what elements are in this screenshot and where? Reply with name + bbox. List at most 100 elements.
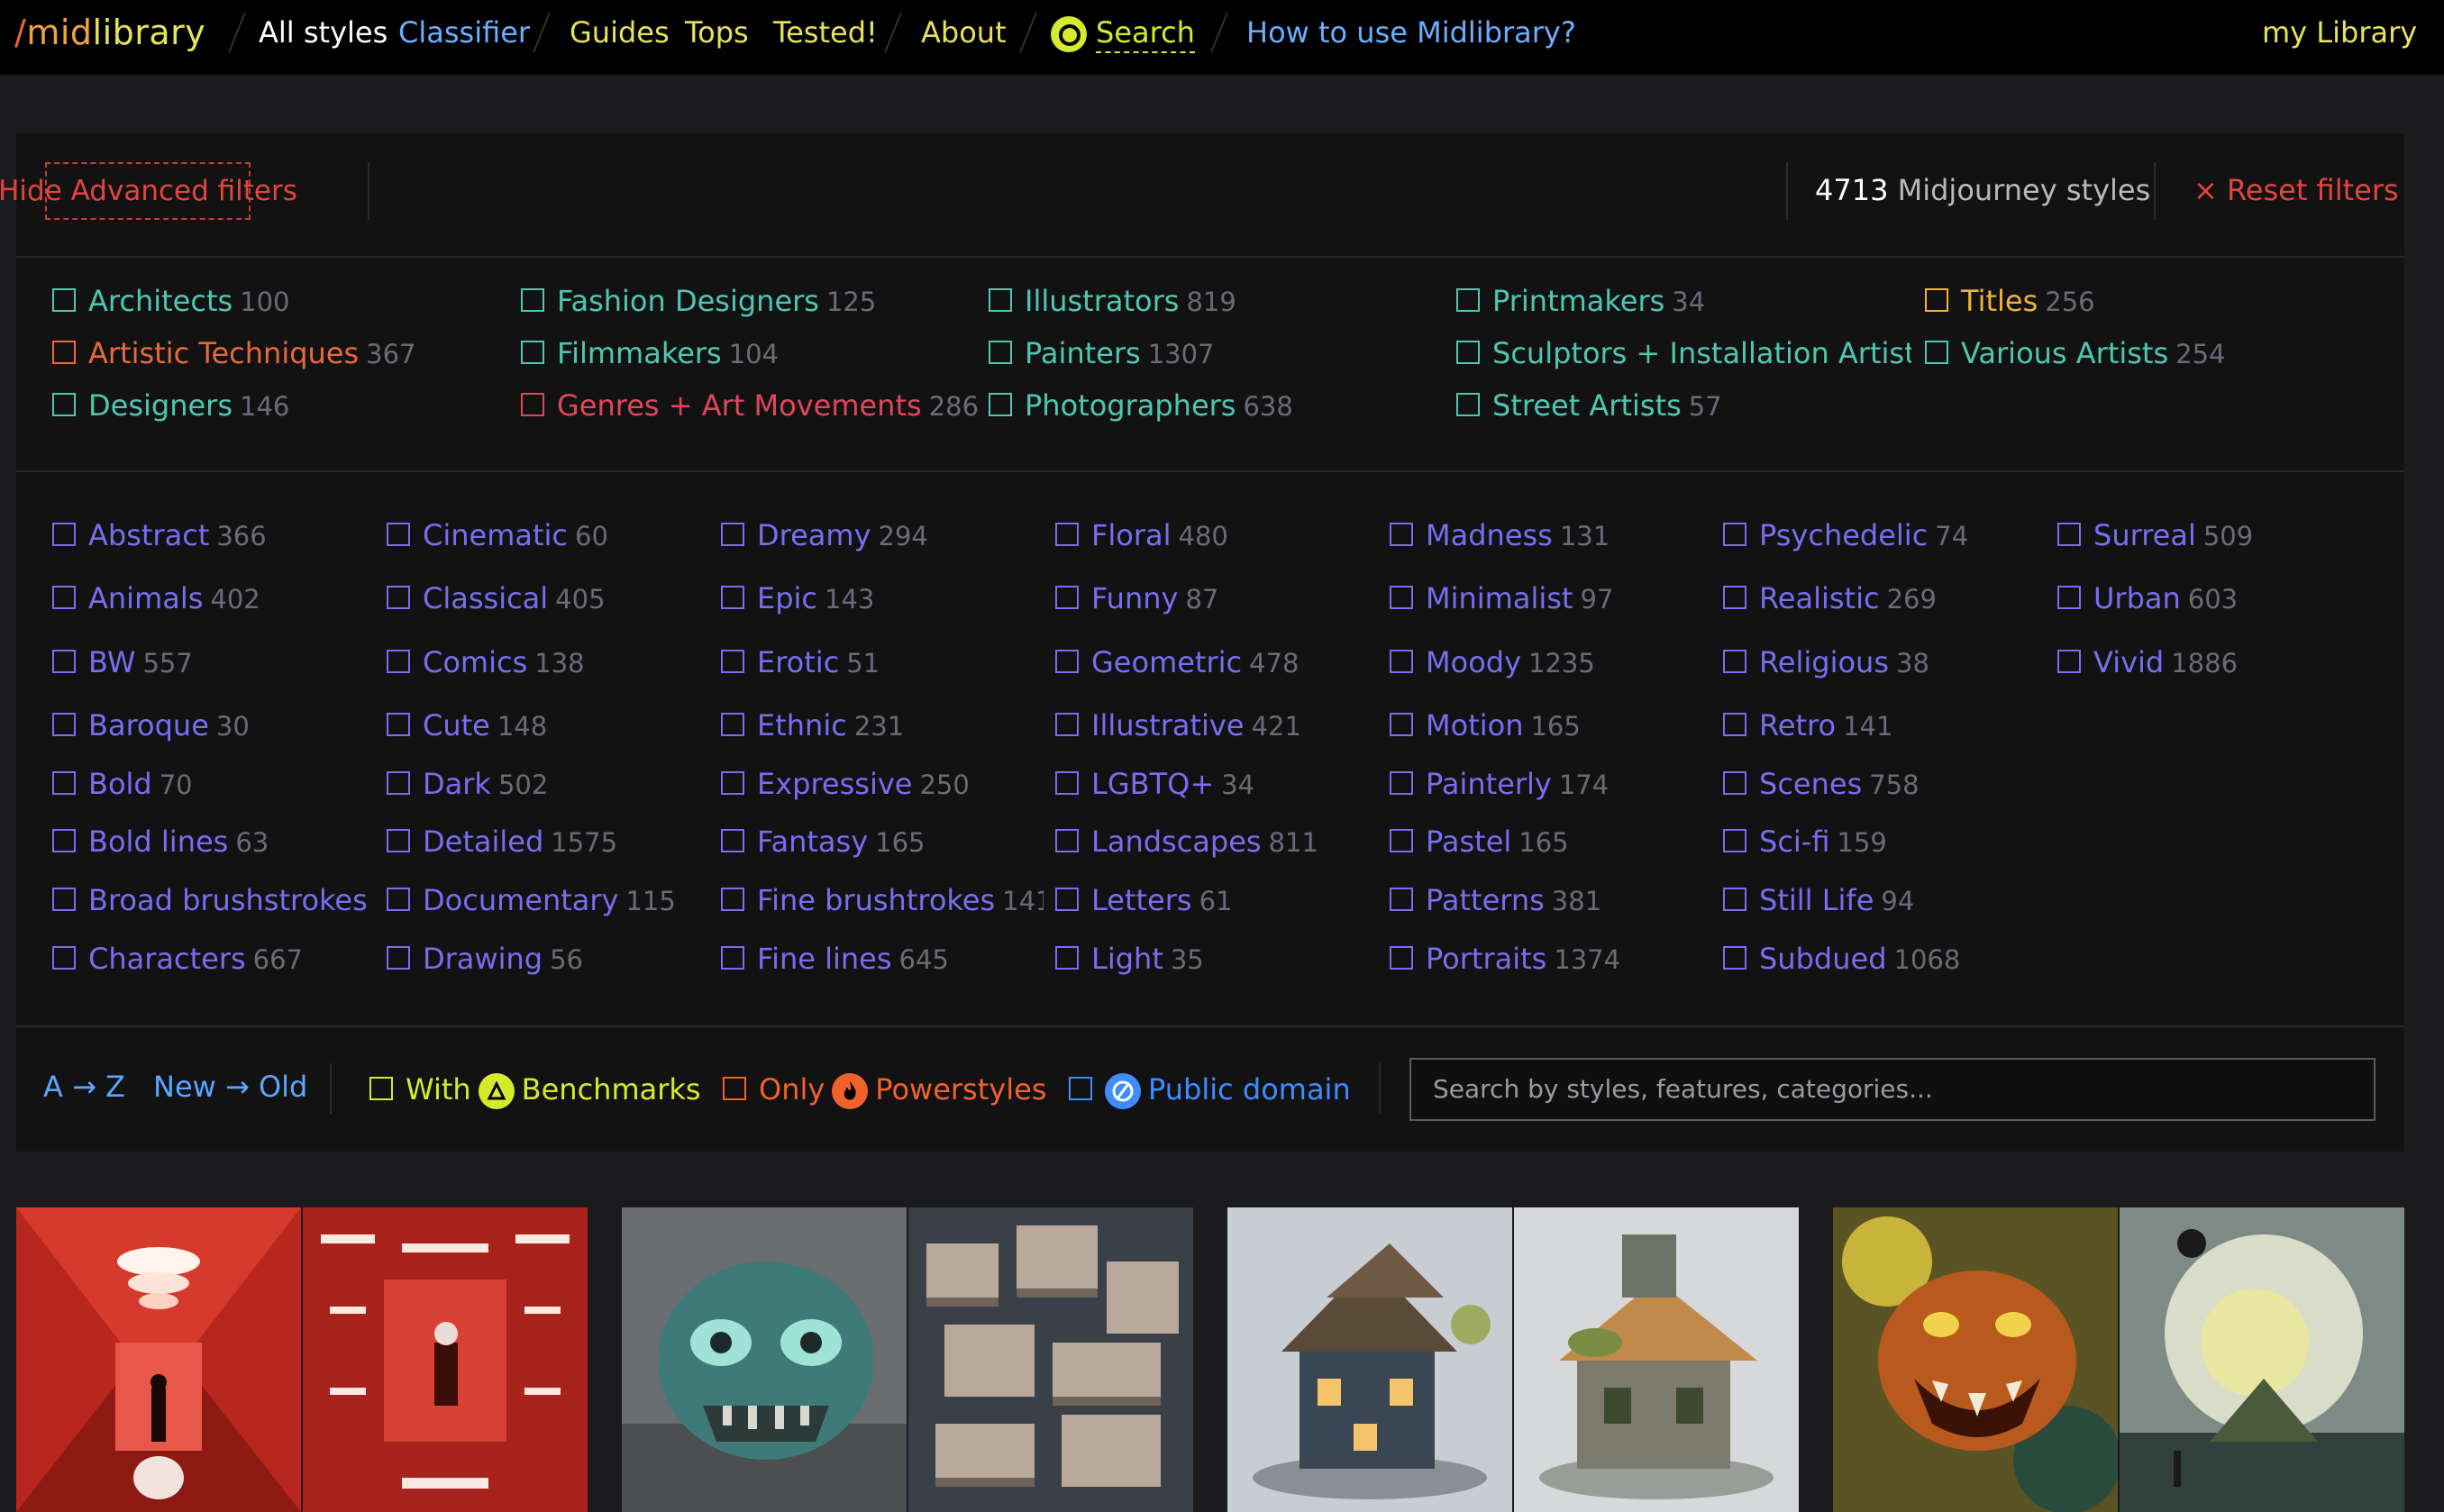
feature-filter[interactable]: Moody 1235: [1390, 642, 1712, 682]
category-checkbox[interactable]: [52, 288, 76, 312]
hide-advanced-filters-button[interactable]: Hide Advanced filters: [0, 162, 297, 220]
feature-checkbox[interactable]: [2057, 523, 2081, 546]
category-filter[interactable]: Filmmakers 104: [521, 333, 779, 373]
category-filter[interactable]: Sculptors + Installation Artists2´: [1456, 333, 1911, 373]
category-filter[interactable]: Printmakers 34: [1456, 281, 1911, 321]
category-checkbox[interactable]: [52, 341, 76, 364]
feature-filter[interactable]: Cinematic 60: [387, 515, 709, 555]
feature-checkbox[interactable]: [721, 946, 744, 970]
feature-filter[interactable]: Bold 70: [52, 764, 375, 804]
feature-filter[interactable]: Detailed 1575: [387, 822, 709, 861]
category-filter[interactable]: Fashion Designers 125: [521, 281, 876, 321]
style-card[interactable]: [1833, 1207, 2404, 1512]
feature-filter[interactable]: Animals 402: [52, 578, 375, 618]
feature-checkbox[interactable]: [1390, 829, 1413, 852]
feature-checkbox[interactable]: [721, 888, 744, 911]
feature-filter[interactable]: Floral 480: [1055, 515, 1378, 555]
category-checkbox[interactable]: [1456, 288, 1480, 312]
feature-filter[interactable]: Fine lines 645: [721, 939, 1044, 979]
feature-checkbox[interactable]: [387, 713, 410, 736]
category-filter[interactable]: Artistic Techniques 367: [52, 333, 416, 373]
feature-filter[interactable]: Light 35: [1055, 939, 1378, 979]
feature-checkbox[interactable]: [387, 771, 410, 795]
feature-checkbox[interactable]: [1723, 829, 1746, 852]
feature-checkbox[interactable]: [1723, 523, 1746, 546]
category-checkbox[interactable]: [1456, 393, 1480, 416]
feature-filter[interactable]: Characters 667: [52, 939, 375, 979]
sort-a-z[interactable]: A → Z: [43, 1070, 125, 1104]
feature-filter[interactable]: Ethnic 231: [721, 706, 1044, 745]
category-filter[interactable]: Illustrators 819: [989, 281, 1236, 321]
feature-checkbox[interactable]: [52, 888, 76, 911]
feature-filter[interactable]: Expressive 250: [721, 764, 1044, 804]
feature-filter[interactable]: Funny 87: [1055, 578, 1378, 618]
feature-checkbox[interactable]: [1055, 586, 1079, 609]
feature-checkbox[interactable]: [1723, 586, 1746, 609]
feature-checkbox[interactable]: [1390, 771, 1413, 795]
feature-filter[interactable]: Dark 502: [387, 764, 709, 804]
feature-filter[interactable]: Illustrative 421: [1055, 706, 1378, 745]
feature-checkbox[interactable]: [1390, 523, 1413, 546]
feature-checkbox[interactable]: [721, 713, 744, 736]
nav-my-library[interactable]: my Library: [2262, 0, 2417, 75]
category-filter[interactable]: Titles 256: [1925, 281, 2095, 321]
feature-checkbox[interactable]: [1723, 650, 1746, 673]
category-filter[interactable]: Architects 100: [52, 281, 290, 321]
feature-checkbox[interactable]: [52, 829, 76, 852]
feature-filter[interactable]: Religious 38: [1723, 642, 2046, 682]
reset-filters-button[interactable]: × Reset filters: [2193, 173, 2399, 207]
feature-checkbox[interactable]: [52, 771, 76, 795]
feature-checkbox[interactable]: [1055, 713, 1079, 736]
style-search-input[interactable]: Search by styles, features, categories..…: [1409, 1058, 2376, 1121]
feature-checkbox[interactable]: [1390, 888, 1413, 911]
feature-filter[interactable]: Broad brushstrokes4: [52, 880, 375, 920]
feature-checkbox[interactable]: [721, 650, 744, 673]
feature-checkbox[interactable]: [2057, 650, 2081, 673]
feature-checkbox[interactable]: [1723, 946, 1746, 970]
feature-filter[interactable]: Abstract 366: [52, 515, 375, 555]
sort-new-old[interactable]: New → Old: [153, 1070, 307, 1104]
feature-filter[interactable]: Dreamy 294: [721, 515, 1044, 555]
style-card[interactable]: [16, 1207, 588, 1512]
feature-filter[interactable]: Patterns 381: [1390, 880, 1712, 920]
feature-filter[interactable]: BW 557: [52, 642, 375, 682]
feature-filter[interactable]: Comics 138: [387, 642, 709, 682]
feature-checkbox[interactable]: [721, 586, 744, 609]
feature-filter[interactable]: Painterly 174: [1390, 764, 1712, 804]
nav-all-styles[interactable]: All styles: [259, 0, 388, 75]
category-checkbox[interactable]: [989, 341, 1012, 364]
public-domain-filter[interactable]: Public domain: [1069, 1070, 1351, 1109]
nav-about[interactable]: About: [921, 0, 1007, 75]
category-filter[interactable]: Various Artists 254: [1925, 333, 2226, 373]
feature-checkbox[interactable]: [1723, 713, 1746, 736]
nav-classifier[interactable]: Classifier: [398, 0, 530, 75]
feature-checkbox[interactable]: [387, 829, 410, 852]
category-checkbox[interactable]: [521, 393, 544, 416]
feature-filter[interactable]: Documentary 115: [387, 880, 709, 920]
style-card[interactable]: [1227, 1207, 1799, 1512]
feature-checkbox[interactable]: [387, 888, 410, 911]
category-filter[interactable]: Street Artists 57: [1456, 386, 1911, 425]
feature-checkbox[interactable]: [1055, 829, 1079, 852]
feature-filter[interactable]: Cute 148: [387, 706, 709, 745]
feature-filter[interactable]: Erotic 51: [721, 642, 1044, 682]
feature-filter[interactable]: Landscapes 811: [1055, 822, 1378, 861]
category-checkbox[interactable]: [1456, 341, 1480, 364]
nav-tested[interactable]: Tested!: [773, 0, 878, 75]
feature-filter[interactable]: Fine brushtrokes141: [721, 880, 1044, 920]
feature-filter[interactable]: Geometric 478: [1055, 642, 1378, 682]
powerstyles-filter[interactable]: Only Powerstyles: [723, 1070, 1046, 1109]
feature-filter[interactable]: Psychedelic 74: [1723, 515, 2046, 555]
feature-filter[interactable]: Bold lines 63: [52, 822, 375, 861]
feature-filter[interactable]: Portraits 1374: [1390, 939, 1712, 979]
public-domain-checkbox[interactable]: [1069, 1077, 1092, 1100]
nav-search[interactable]: Search: [1051, 0, 1195, 75]
feature-checkbox[interactable]: [1055, 946, 1079, 970]
category-checkbox[interactable]: [521, 341, 544, 364]
feature-checkbox[interactable]: [1055, 650, 1079, 673]
feature-filter[interactable]: Subdued 1068: [1723, 939, 2046, 979]
feature-checkbox[interactable]: [2057, 586, 2081, 609]
feature-filter[interactable]: Pastel 165: [1390, 822, 1712, 861]
category-checkbox[interactable]: [989, 288, 1012, 312]
feature-checkbox[interactable]: [1390, 946, 1413, 970]
